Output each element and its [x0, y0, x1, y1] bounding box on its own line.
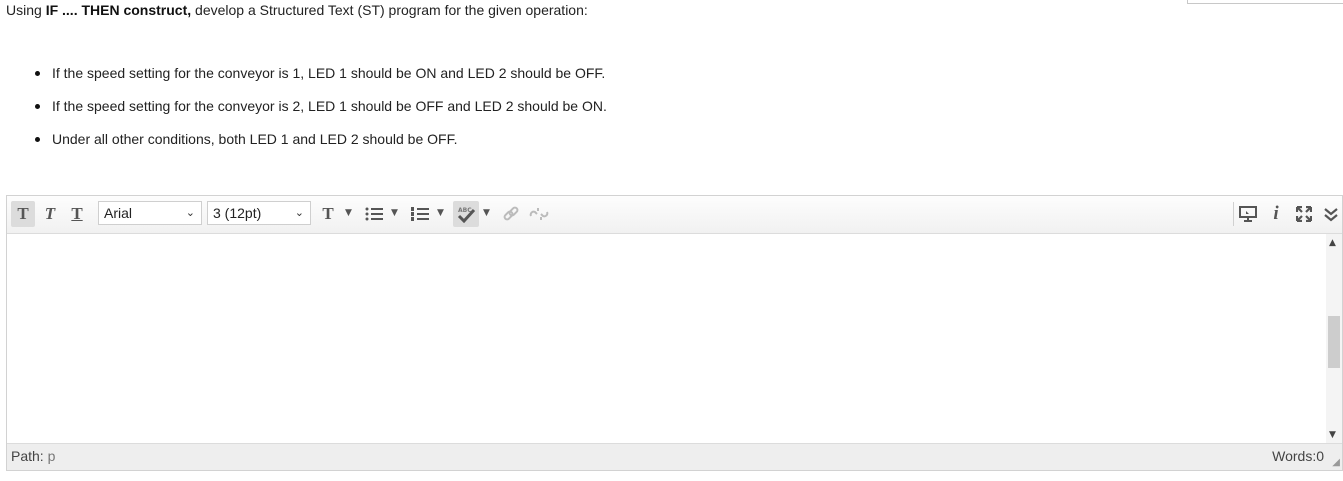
list-item-text: If the speed setting for the conveyor is… — [52, 98, 607, 114]
list-item: Under all other conditions, both LED 1 a… — [0, 129, 607, 162]
caret-down-icon[interactable]: ▼ — [345, 208, 352, 218]
editor-scrollbar[interactable]: ▲ ▼ — [1326, 234, 1342, 444]
list-item: If the speed setting for the conveyor is… — [0, 63, 607, 96]
element-path: Path: p — [11, 448, 55, 464]
list-item: If the speed setting for the conveyor is… — [0, 96, 607, 129]
question-bold: IF .... THEN construct, — [45, 2, 192, 18]
editor-statusbar: Path: p Words:0 ◢ — [7, 443, 1342, 470]
font-size-value: 3 (12pt) — [213, 205, 262, 221]
numbered-list-icon[interactable] — [409, 201, 431, 227]
caret-down-icon[interactable]: ▼ — [391, 208, 398, 218]
text-italic-icon[interactable]: T — [38, 201, 62, 227]
rich-text-editor: T T T Arial ⌄ 3 (12pt) ⌄ T ▼ ▼ ▼ ABC ▼ i… — [6, 195, 1343, 471]
collapse-toolbar-icon[interactable] — [1320, 201, 1342, 227]
path-label: Path: — [11, 448, 44, 464]
caret-down-icon[interactable]: ▼ — [437, 208, 444, 218]
scroll-thumb[interactable] — [1328, 316, 1340, 368]
requirements-list: If the speed setting for the conveyor is… — [0, 63, 607, 162]
font-family-value: Arial — [104, 205, 133, 221]
bullet-list-icon[interactable] — [363, 201, 385, 227]
chevron-down-icon: ⌄ — [185, 207, 195, 219]
resize-grip-icon[interactable]: ◢ — [1332, 457, 1340, 468]
question-text: Using IF .... THEN construct, develop a … — [6, 2, 588, 18]
text-underline-icon[interactable]: T — [65, 201, 89, 227]
top-input-edge — [1187, 0, 1343, 4]
scroll-down-icon[interactable]: ▼ — [1329, 430, 1336, 440]
editor-content-area[interactable] — [7, 234, 1327, 444]
unlink-icon[interactable] — [527, 201, 551, 227]
scroll-up-icon[interactable]: ▲ — [1329, 238, 1336, 248]
info-icon[interactable]: i — [1266, 201, 1286, 227]
text-color-icon[interactable]: T — [317, 201, 339, 227]
list-item-text: If the speed setting for the conveyor is… — [52, 65, 606, 81]
preview-icon[interactable] — [1237, 201, 1259, 227]
question-suffix: develop a Structured Text (ST) program f… — [191, 2, 588, 18]
editor-toolbar: T T T Arial ⌄ 3 (12pt) ⌄ T ▼ ▼ ▼ ABC ▼ i — [7, 196, 1342, 234]
text-bold-icon[interactable]: T — [11, 201, 35, 227]
link-icon[interactable] — [501, 201, 521, 227]
chevron-down-icon: ⌄ — [294, 207, 304, 219]
word-count: Words:0 — [1272, 448, 1324, 464]
question-prefix: Using — [6, 2, 46, 18]
fullscreen-icon[interactable] — [1293, 201, 1315, 227]
path-value[interactable]: p — [48, 448, 56, 464]
font-family-select[interactable]: Arial ⌄ — [98, 201, 202, 225]
spellcheck-icon[interactable]: ABC — [453, 201, 479, 227]
toolbar-separator — [1233, 202, 1234, 226]
list-item-text: Under all other conditions, both LED 1 a… — [52, 131, 458, 147]
font-size-select[interactable]: 3 (12pt) ⌄ — [207, 201, 311, 225]
caret-down-icon[interactable]: ▼ — [483, 208, 490, 218]
